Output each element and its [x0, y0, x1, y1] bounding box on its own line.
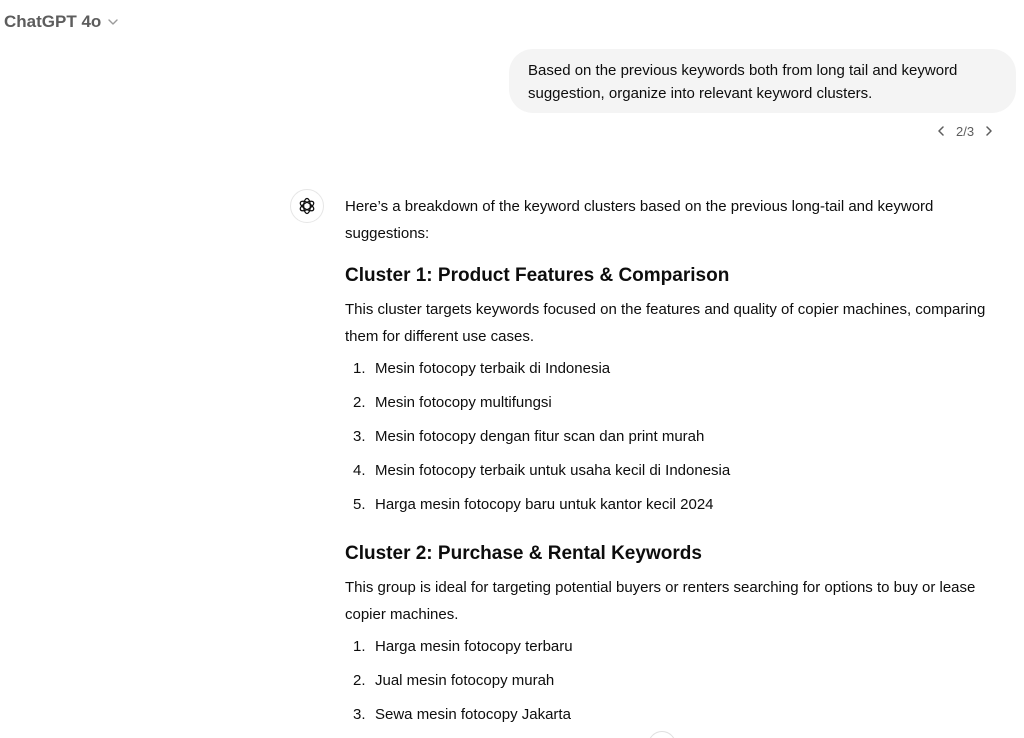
cluster-2-description: This group is ideal for targeting potent… [345, 579, 976, 623]
pager-label: 2/3 [956, 123, 975, 139]
model-name: ChatGPT 4o [4, 12, 102, 31]
list-item-number: 5. [353, 496, 366, 513]
user-message-text: Based on the previous keywords both from… [528, 62, 958, 102]
list-item-number: 3. [353, 428, 366, 445]
assistant-intro: Here’s a breakdown of the keyword cluste… [345, 198, 934, 242]
list-item-number: 1. [353, 638, 366, 655]
cluster-1-description: This cluster targets keywords focused on… [345, 301, 986, 345]
list-item: 3. Sewa mesin fotocopy Jakarta [345, 701, 995, 735]
list-item: 4. Mesin fotocopy terbaik untuk usaha ke… [345, 457, 995, 491]
list-item: 2. Mesin fotocopy multifungsi [345, 389, 995, 423]
cluster-1-heading: Cluster 1: Product Features & Comparison [345, 265, 730, 286]
next-response-button[interactable] [982, 121, 996, 141]
assistant-avatar [290, 189, 324, 223]
list-item-text: Mesin fotocopy multifungsi [375, 394, 552, 411]
response-pager: 2/3 [934, 121, 996, 141]
list-item: 1. Mesin fotocopy terbaik di Indonesia [345, 355, 995, 389]
cluster-2-keyword-list: 1. Harga mesin fotocopy terbaru 2. Jual … [345, 633, 995, 735]
cluster-1-keyword-list: 1. Mesin fotocopy terbaik di Indonesia 2… [345, 355, 995, 525]
previous-response-button[interactable] [934, 121, 948, 141]
list-item-text: Mesin fotocopy terbaik untuk usaha kecil… [375, 462, 731, 479]
list-item: 1. Harga mesin fotocopy terbaru [345, 633, 995, 667]
list-item-number: 1. [353, 360, 366, 377]
model-selector[interactable]: ChatGPT 4o [4, 12, 119, 32]
list-item: 3. Mesin fotocopy dengan fitur scan dan … [345, 423, 995, 457]
list-item-text: Mesin fotocopy dengan fitur scan dan pri… [375, 428, 705, 445]
list-item: 2. Jual mesin fotocopy murah [345, 667, 995, 701]
list-item-number: 2. [353, 672, 366, 689]
chat-window: ChatGPT 4o Based on the previous keyword… [0, 0, 1024, 738]
list-item-number: 4. [353, 462, 366, 479]
list-item-text: Harga mesin fotocopy terbaru [375, 638, 573, 655]
list-item-number: 3. [353, 706, 366, 723]
list-item-text: Harga mesin fotocopy baru untuk kantor k… [375, 496, 714, 513]
list-item-text: Jual mesin fotocopy murah [375, 672, 555, 689]
cluster-2-heading: Cluster 2: Purchase & Rental Keywords [345, 543, 702, 564]
chevron-down-icon [108, 19, 118, 25]
assistant-message: Here’s a breakdown of the keyword cluste… [345, 193, 995, 735]
list-item-text: Sewa mesin fotocopy Jakarta [375, 706, 571, 723]
chevron-right-icon [986, 126, 992, 136]
chevron-left-icon [938, 126, 944, 136]
list-item-number: 2. [353, 394, 366, 411]
openai-logo-icon [299, 197, 315, 215]
list-item-text: Mesin fotocopy terbaik di Indonesia [375, 360, 611, 377]
user-message-bubble: Based on the previous keywords both from… [509, 49, 1016, 113]
list-item: 5. Harga mesin fotocopy baru untuk kanto… [345, 491, 995, 525]
